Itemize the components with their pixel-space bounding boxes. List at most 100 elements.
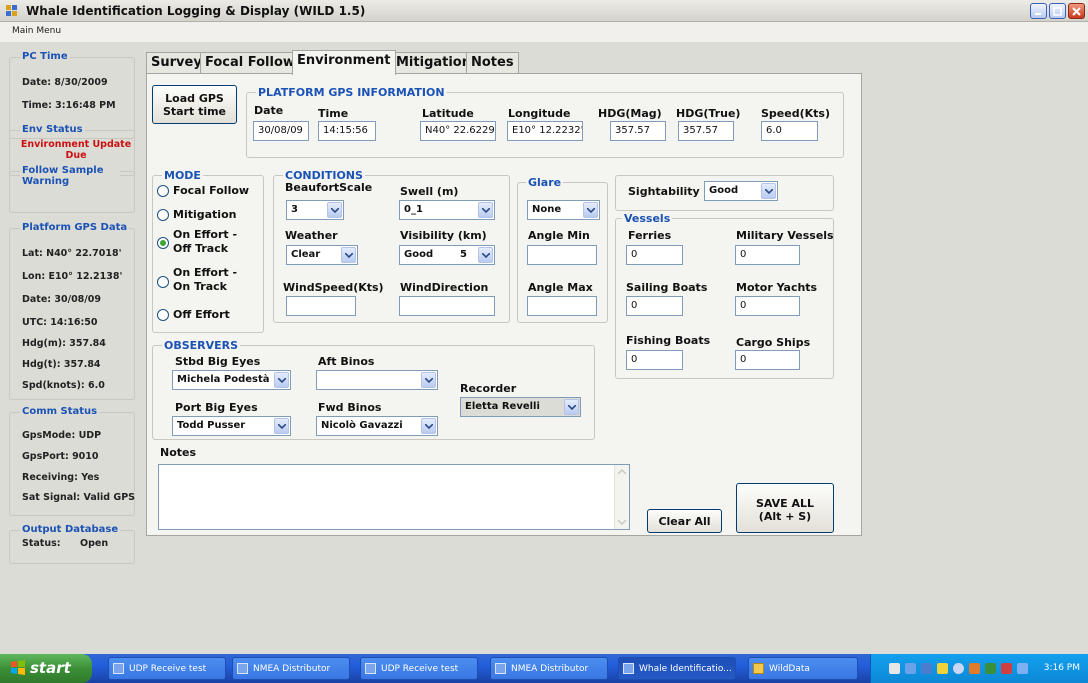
fwd-select[interactable]: Nicolò Gavazzi: [316, 416, 438, 436]
tray-network-icon[interactable]: [969, 663, 980, 674]
mode-on-effort-off-track-label[interactable]: On Effort - Off Track: [173, 228, 253, 256]
stbd-label: Stbd Big Eyes: [175, 355, 261, 368]
mode-focal-follow-radio[interactable]: [157, 185, 169, 197]
tray-tool-icon[interactable]: [889, 663, 900, 674]
sailing-field[interactable]: 0: [626, 296, 683, 316]
recorder-select[interactable]: Eletta Revelli: [460, 397, 581, 417]
visibility-select[interactable]: Good 5: [399, 245, 495, 265]
close-button[interactable]: [1068, 3, 1085, 19]
mode-focal-follow-label[interactable]: Focal Follow: [173, 184, 249, 197]
comm-gpsmode: GpsMode: UDP: [22, 430, 102, 441]
winddir-field[interactable]: [399, 296, 495, 316]
sightability-label: Sightability: [628, 185, 700, 198]
tray-help-icon[interactable]: [921, 663, 932, 674]
main-menu[interactable]: Main Menu: [12, 26, 61, 36]
tray-clock-icon[interactable]: [953, 663, 964, 674]
tray-shield-icon[interactable]: [985, 663, 996, 674]
gps-lat-label: Latitude: [422, 107, 474, 120]
load-gps-button[interactable]: Load GPS Start time: [152, 85, 237, 124]
glare-select[interactable]: None: [527, 200, 600, 220]
scroll-down-icon[interactable]: [618, 520, 626, 525]
recorder-label: Recorder: [460, 382, 517, 395]
task-udp-receive-1[interactable]: UDP Receive test: [108, 657, 226, 680]
cargo-field[interactable]: 0: [735, 350, 800, 370]
tab-environment[interactable]: Environment: [292, 50, 396, 75]
gps-hdgmag-field[interactable]: 357.57: [610, 121, 666, 141]
ferries-field[interactable]: 0: [626, 245, 683, 265]
swell-label: Swell (m): [400, 185, 459, 198]
military-field[interactable]: 0: [735, 245, 800, 265]
mode-on-effort-off-track-radio[interactable]: [157, 237, 169, 249]
title-bar: Whale Identification Logging & Display (…: [0, 0, 1088, 22]
gps-lon: Lon: E10° 12.2138': [22, 271, 123, 282]
notes-textarea[interactable]: [158, 464, 630, 530]
sightability-select[interactable]: Good: [704, 181, 778, 201]
follow-sample-title: Follow Sample Warning: [20, 165, 120, 187]
gps-date: Date: 30/08/09: [22, 294, 101, 305]
mode-mitigation-radio[interactable]: [157, 209, 169, 221]
gps-hdgtrue-field[interactable]: 357.57: [678, 121, 734, 141]
angle-max-field[interactable]: [527, 296, 597, 316]
tray-connection-icon[interactable]: [1017, 663, 1028, 674]
tray-volume-icon[interactable]: [1001, 663, 1012, 674]
gps-utc: UTC: 14:16:50: [22, 317, 98, 328]
save-all-button[interactable]: SAVE ALL (Alt + S): [736, 483, 834, 533]
task-wilddata[interactable]: WildData: [748, 657, 858, 680]
mode-off-effort-label[interactable]: Off Effort: [173, 308, 230, 321]
mode-off-effort-radio[interactable]: [157, 309, 169, 321]
tab-survey[interactable]: Survey: [146, 52, 207, 74]
chevron-down-icon: [341, 247, 356, 263]
tray-bulb-icon[interactable]: [937, 663, 948, 674]
tray-app-icon[interactable]: [905, 663, 916, 674]
app-icon: [365, 663, 376, 674]
gps-lat-field[interactable]: N40° 22.6229': [420, 121, 496, 141]
gps-time-field[interactable]: 14:15:56: [318, 121, 376, 141]
winddir-label: WindDirection: [400, 281, 489, 294]
clear-all-button[interactable]: Clear All: [647, 509, 722, 533]
port-select[interactable]: Todd Pusser: [172, 416, 291, 436]
app-icon: [237, 663, 248, 674]
mode-title: MODE: [162, 169, 203, 182]
angle-min-field[interactable]: [527, 245, 597, 265]
task-nmea-distributor-2[interactable]: NMEA Distributor: [490, 657, 608, 680]
gps-date-field[interactable]: 30/08/09: [253, 121, 309, 141]
window-title: Whale Identification Logging & Display (…: [26, 4, 366, 18]
mode-on-effort-on-track-radio[interactable]: [157, 276, 169, 288]
gps-speed-field[interactable]: 6.0: [761, 121, 818, 141]
notes-label: Notes: [160, 446, 197, 459]
tab-mitigation[interactable]: Mitigation: [391, 52, 476, 74]
gps-lon-label: Longitude: [508, 107, 571, 120]
gps-lon-field[interactable]: E10° 12.2232': [507, 121, 583, 141]
weather-select[interactable]: Clear: [286, 245, 358, 265]
chevron-down-icon: [583, 202, 598, 218]
chevron-down-icon: [761, 183, 776, 199]
tab-notes[interactable]: Notes: [466, 52, 519, 74]
beaufort-select[interactable]: 3: [286, 200, 344, 220]
motor-field[interactable]: 0: [735, 296, 800, 316]
mode-on-effort-on-track-label[interactable]: On Effort - On Track: [173, 266, 253, 294]
scroll-up-icon[interactable]: [618, 469, 626, 474]
fishing-label: Fishing Boats: [626, 334, 711, 347]
task-nmea-distributor-1[interactable]: NMEA Distributor: [232, 657, 350, 680]
pc-time-title: PC Time: [20, 51, 70, 62]
mode-mitigation-label[interactable]: Mitigation: [173, 208, 236, 221]
visibility-label: Visibility (km): [400, 229, 487, 242]
notes-scrollbar[interactable]: [614, 465, 629, 529]
menu-bar: Main Menu: [0, 22, 1088, 42]
gps-speed: Spd(knots): 6.0: [22, 380, 105, 391]
sailing-label: Sailing Boats: [626, 281, 708, 294]
maximize-button[interactable]: [1049, 3, 1066, 19]
fishing-field[interactable]: 0: [626, 350, 683, 370]
app-icon: [6, 5, 17, 16]
windspeed-field[interactable]: [286, 296, 356, 316]
tab-focal-follow[interactable]: Focal Follow: [200, 52, 300, 74]
app-icon: [113, 663, 124, 674]
task-udp-receive-2[interactable]: UDP Receive test: [360, 657, 478, 680]
chevron-down-icon: [274, 372, 289, 388]
swell-select[interactable]: 0_1: [399, 200, 495, 220]
aft-select[interactable]: [316, 370, 438, 390]
comm-receiving: Receiving: Yes: [22, 472, 100, 483]
minimize-button[interactable]: [1030, 3, 1047, 19]
task-whale-identification[interactable]: Whale Identificatio...: [618, 657, 736, 680]
stbd-select[interactable]: Michela Podestà: [172, 370, 291, 390]
